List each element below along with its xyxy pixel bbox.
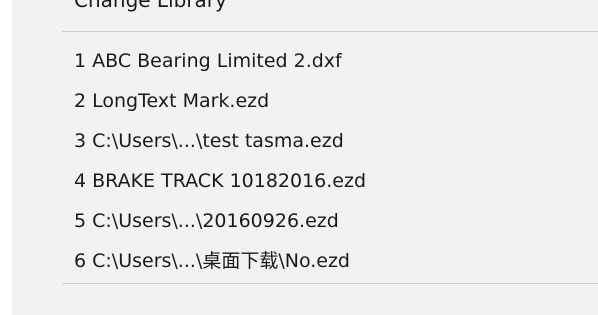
menu-separator [62,31,598,32]
recent-file-item-2[interactable]: 2 LongText Mark.ezd [12,81,598,121]
file-menu-dropdown: Change Library 1 ABC Bearing Limited 2.d… [12,0,598,315]
recent-file-item-5[interactable]: 5 C:\Users\...\20160926.ezd [12,201,598,241]
menu-item-partially-visible[interactable]: Change Library [74,0,227,16]
recent-file-item-4[interactable]: 4 BRAKE TRACK 10182016.ezd [12,161,598,201]
recent-file-item-6[interactable]: 6 C:\Users\...\桌面下载\No.ezd [12,241,598,281]
menu-separator [62,283,598,284]
recent-files-list: 1 ABC Bearing Limited 2.dxf 2 LongText M… [12,41,598,281]
recent-file-item-1[interactable]: 1 ABC Bearing Limited 2.dxf [12,41,598,81]
recent-file-item-3[interactable]: 3 C:\Users\...\test tasma.ezd [12,121,598,161]
